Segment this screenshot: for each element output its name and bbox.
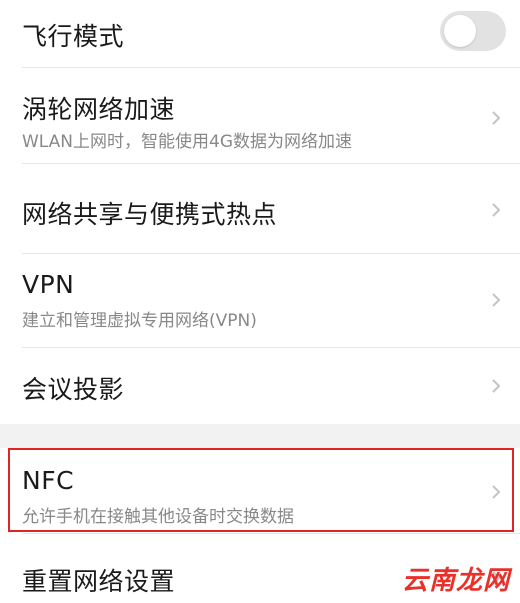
airplane-mode-title: 飞行模式 xyxy=(22,22,125,51)
airplane-mode-row[interactable]: 飞行模式 xyxy=(0,0,520,68)
turbo-network-row[interactable]: 涡轮网络加速 WLAN上网时，智能使用4G数据为网络加速 xyxy=(0,68,520,164)
nfc-row[interactable]: NFC 允许手机在接触其他设备时交换数据 xyxy=(0,448,520,534)
turbo-network-subtitle: WLAN上网时，智能使用4G数据为网络加速 xyxy=(22,132,353,152)
toggle-knob xyxy=(444,15,476,47)
nfc-title: NFC xyxy=(22,466,75,495)
projection-row[interactable]: 会议投影 xyxy=(0,348,520,424)
vpn-title: VPN xyxy=(22,270,75,299)
turbo-network-title: 涡轮网络加速 xyxy=(22,95,176,124)
hotspot-title: 网络共享与便携式热点 xyxy=(22,200,278,229)
network-settings-screen: 飞行模式 涡轮网络加速 WLAN上网时，智能使用4G数据为网络加速 网络共享与便… xyxy=(0,0,520,603)
vpn-subtitle: 建立和管理虚拟专用网络(VPN) xyxy=(22,311,257,331)
hotspot-row[interactable]: 网络共享与便携式热点 xyxy=(0,164,520,254)
reset-network-title: 重置网络设置 xyxy=(22,567,176,596)
chevron-right-icon xyxy=(486,290,506,310)
chevron-right-icon xyxy=(486,108,506,128)
vpn-row[interactable]: VPN 建立和管理虚拟专用网络(VPN) xyxy=(0,254,520,348)
chevron-right-icon xyxy=(486,376,506,396)
airplane-mode-toggle[interactable] xyxy=(440,11,506,51)
chevron-right-icon xyxy=(486,482,506,502)
watermark-logo: 云南龙网 xyxy=(401,566,510,596)
chevron-right-icon xyxy=(486,200,506,220)
nfc-subtitle: 允许手机在接触其他设备时交换数据 xyxy=(22,507,294,527)
section-gap xyxy=(0,424,520,448)
projection-title: 会议投影 xyxy=(22,375,125,404)
